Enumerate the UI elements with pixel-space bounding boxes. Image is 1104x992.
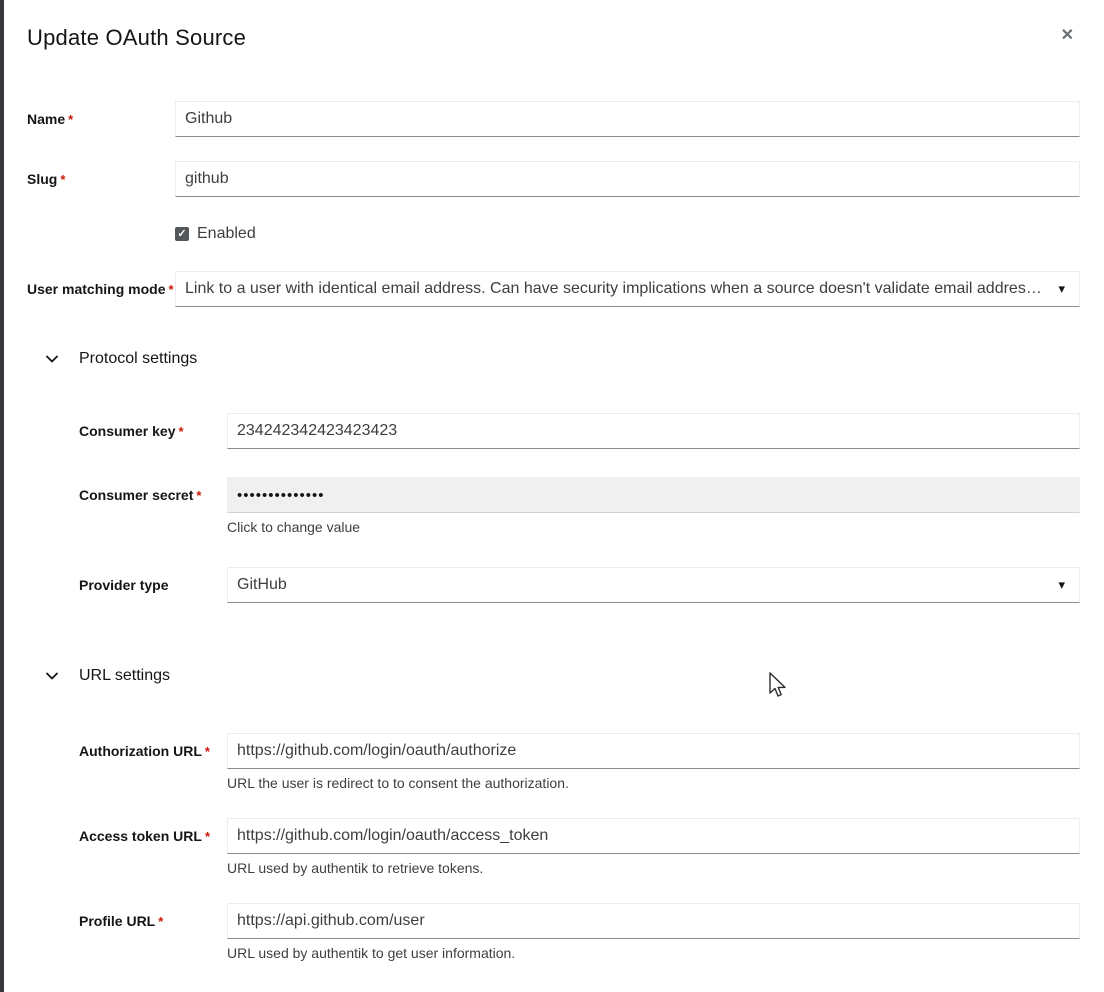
modal-header: Update OAuth Source ✕: [4, 0, 1104, 54]
authorization-url-row: Authorization URL* URL the user is redir…: [79, 733, 1080, 791]
required-asterisk: *: [168, 282, 173, 297]
user-matching-mode-select[interactable]: Link to a user with identical email addr…: [175, 271, 1080, 307]
required-asterisk: *: [196, 488, 201, 503]
url-settings-chevron-icon[interactable]: [45, 669, 59, 683]
url-settings-header[interactable]: URL settings: [27, 667, 1080, 685]
access-token-url-label: Access token URL*: [79, 828, 210, 844]
protocol-settings-chevron-icon[interactable]: [45, 352, 59, 366]
name-label-wrap: Name*: [27, 101, 175, 129]
required-asterisk: *: [60, 172, 65, 187]
slug-label: Slug*: [27, 171, 65, 187]
oauth-source-form: Name* Slug* ✓ Enabled User matching mode…: [4, 54, 1104, 961]
consumer-key-label: Consumer key*: [79, 423, 184, 439]
user-matching-mode-row: User matching mode* Link to a user with …: [27, 271, 1080, 307]
provider-type-value: GitHub: [237, 576, 287, 594]
protocol-settings-body: Consumer key* Consumer secret* Click to …: [79, 413, 1080, 603]
access-token-url-helper: URL used by authentik to retrieve tokens…: [227, 860, 1080, 876]
user-matching-mode-label: User matching mode*: [27, 281, 174, 297]
user-matching-mode-value: Link to a user with identical email addr…: [185, 280, 1045, 298]
name-label: Name*: [27, 111, 73, 127]
required-asterisk: *: [205, 744, 210, 759]
enabled-row: ✓ Enabled: [175, 225, 1080, 243]
access-token-url-row: Access token URL* URL used by authentik …: [79, 818, 1080, 876]
consumer-secret-label-wrap: Consumer secret*: [79, 477, 227, 505]
url-settings-body: Authorization URL* URL the user is redir…: [79, 733, 1080, 961]
access-token-url-label-wrap: Access token URL*: [79, 818, 227, 846]
consumer-key-row: Consumer key*: [79, 413, 1080, 449]
chevron-down-icon: ▾: [1058, 282, 1065, 295]
consumer-secret-row: Consumer secret* Click to change value: [79, 477, 1080, 535]
profile-url-field[interactable]: [227, 903, 1080, 939]
enabled-checkbox[interactable]: ✓: [175, 227, 189, 241]
consumer-secret-label: Consumer secret*: [79, 487, 201, 503]
protocol-settings-title: Protocol settings: [79, 350, 197, 368]
required-asterisk: *: [158, 914, 163, 929]
authorization-url-helper: URL the user is redirect to to consent t…: [227, 775, 1080, 791]
required-asterisk: *: [205, 829, 210, 844]
profile-url-row: Profile URL* URL used by authentik to ge…: [79, 903, 1080, 961]
name-field[interactable]: [175, 101, 1080, 137]
provider-type-label-wrap: Provider type: [79, 567, 227, 595]
user-matching-mode-label-wrap: User matching mode*: [27, 271, 175, 299]
protocol-settings-header[interactable]: Protocol settings: [27, 350, 1080, 368]
consumer-key-field[interactable]: [227, 413, 1080, 449]
consumer-secret-field[interactable]: [227, 477, 1080, 513]
provider-type-select[interactable]: GitHub ▾: [227, 567, 1080, 603]
consumer-key-label-wrap: Consumer key*: [79, 413, 227, 441]
slug-row: Slug*: [27, 161, 1080, 197]
authorization-url-label: Authorization URL*: [79, 743, 210, 759]
chevron-down-icon: ▾: [1058, 578, 1065, 591]
profile-url-helper: URL used by authentik to get user inform…: [227, 945, 1080, 961]
close-icon[interactable]: ✕: [1061, 28, 1074, 44]
authorization-url-field[interactable]: [227, 733, 1080, 769]
required-asterisk: *: [68, 112, 73, 127]
enabled-label: Enabled: [197, 225, 256, 243]
provider-type-row: Provider type GitHub ▾: [79, 567, 1080, 603]
update-oauth-source-modal: Update OAuth Source ✕ Name* Slug* ✓ Enab…: [4, 0, 1104, 992]
required-asterisk: *: [178, 424, 183, 439]
consumer-secret-helper: Click to change value: [227, 519, 1080, 535]
check-icon: ✓: [177, 229, 186, 240]
slug-label-wrap: Slug*: [27, 161, 175, 189]
access-token-url-field[interactable]: [227, 818, 1080, 854]
provider-type-label: Provider type: [79, 577, 168, 593]
name-row: Name*: [27, 101, 1080, 137]
profile-url-label: Profile URL*: [79, 913, 163, 929]
profile-url-label-wrap: Profile URL*: [79, 903, 227, 931]
url-settings-title: URL settings: [79, 667, 170, 685]
slug-field[interactable]: [175, 161, 1080, 197]
page-title: Update OAuth Source: [27, 25, 1071, 51]
authorization-url-label-wrap: Authorization URL*: [79, 733, 227, 761]
